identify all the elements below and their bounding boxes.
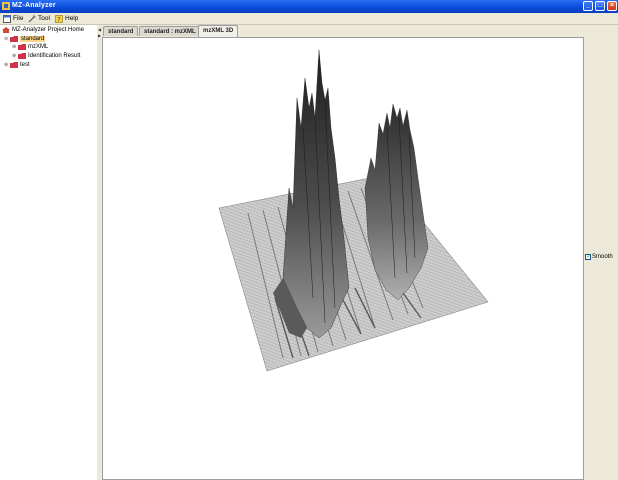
menu-tool[interactable]: Tool xyxy=(28,14,50,23)
title-bar: MZ-Analyzer _ □ × xyxy=(0,0,618,13)
close-button[interactable]: × xyxy=(607,1,617,11)
surface-base-plane xyxy=(218,174,489,372)
expand-toggle-icon[interactable]: ⊕ xyxy=(12,54,16,59)
folder-icon xyxy=(18,53,26,59)
maximize-button[interactable]: □ xyxy=(595,1,605,11)
surface-plot[interactable] xyxy=(103,38,583,479)
folder-icon xyxy=(10,36,18,42)
tree-root[interactable]: MZ-Analyzer Project Home xyxy=(2,26,84,34)
tree-item-label: mzXML xyxy=(28,44,49,50)
tree-item-standard[interactable]: ⊖ standard xyxy=(4,35,46,43)
tree-item-mzxml[interactable]: ⊕ mzXML xyxy=(12,43,48,51)
folder-icon xyxy=(10,62,18,68)
tree-root-label: MZ-Analyzer Project Home xyxy=(12,27,85,33)
tree-item-label: test xyxy=(20,62,30,68)
expand-toggle-icon[interactable]: ⊕ xyxy=(12,45,16,50)
tab-standard-mzxml[interactable]: standard : mzXML xyxy=(139,26,201,36)
tree-item-label: standard xyxy=(20,36,46,42)
menu-help-label: Help xyxy=(65,15,79,22)
file-icon xyxy=(3,14,11,23)
menu-file-label: File xyxy=(13,15,24,22)
expand-toggle-icon[interactable]: ⊕ xyxy=(4,63,8,68)
menu-file[interactable]: File xyxy=(3,14,23,23)
home-icon xyxy=(2,27,10,33)
window-title: MZ-Analyzer xyxy=(12,2,56,9)
tab-mzxml-3d[interactable]: mzXML 3D xyxy=(198,25,239,37)
tab-bar: standard standard : mzXML mzXML 3D xyxy=(102,25,618,37)
help-icon: ? xyxy=(55,14,63,23)
menu-bar: File Tool ? Help xyxy=(0,13,618,25)
minimize-button[interactable]: _ xyxy=(583,1,593,11)
tree-item-label: Identification Result xyxy=(28,53,81,59)
smooth-checkbox[interactable]: ✓ xyxy=(585,254,591,260)
svg-text:?: ? xyxy=(57,16,60,23)
project-tree: MZ-Analyzer Project Home ⊖ standard ⊕ mz… xyxy=(0,25,98,480)
tab-standard[interactable]: standard xyxy=(103,26,139,36)
splitter-right-arrow-icon[interactable]: ▶ xyxy=(98,33,101,38)
tree-item-test[interactable]: ⊕ test xyxy=(4,61,30,69)
folder-icon xyxy=(18,44,26,50)
collapse-toggle-icon[interactable]: ⊖ xyxy=(4,37,8,42)
splitter-left-arrow-icon[interactable]: ◀ xyxy=(98,27,101,32)
menu-help[interactable]: ? Help xyxy=(55,14,78,23)
smooth-label: Smooth xyxy=(592,254,613,260)
tool-icon xyxy=(28,14,36,22)
tree-item-identification-result[interactable]: ⊕ Identification Result xyxy=(12,52,80,60)
app-icon xyxy=(2,2,10,10)
plot-view-3d[interactable] xyxy=(102,37,584,480)
menu-tool-label: Tool xyxy=(38,15,50,22)
smooth-option[interactable]: ✓ Smooth xyxy=(585,254,613,260)
